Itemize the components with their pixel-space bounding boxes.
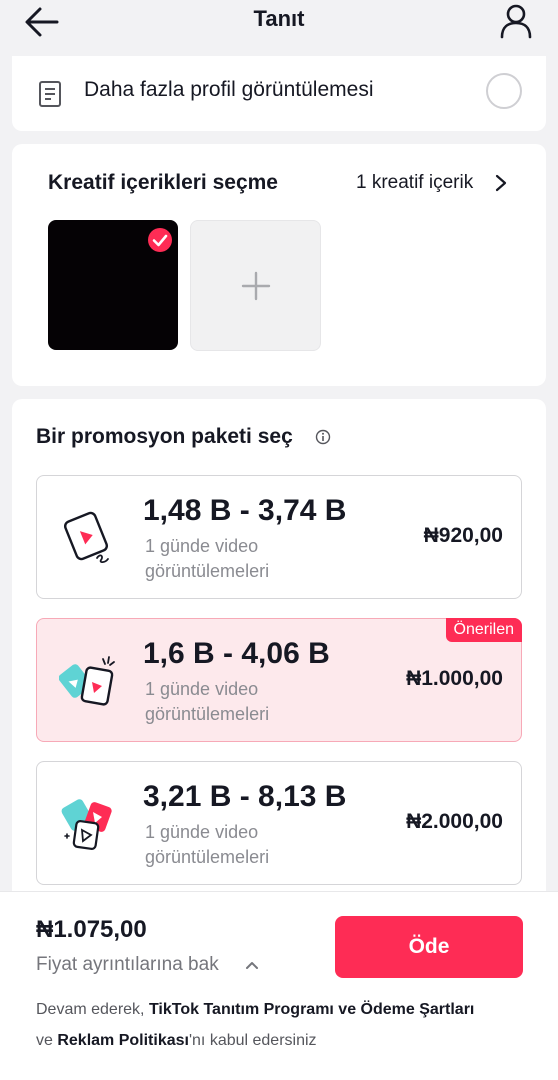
profile-icon[interactable] [498,2,534,40]
checkout-footer: ₦1.075,00 Fiyat ayrıntılarına bak Öde De… [0,891,558,1080]
terms-suffix: 'nı kabul edersiniz [188,1032,317,1049]
pay-button[interactable]: Öde [335,916,523,978]
package-range: 3,21 B - 8,13 B [143,780,347,813]
creatives-count-link[interactable]: 1 kreatif içerik [356,172,473,194]
plus-icon [241,271,271,301]
creative-thumbnail[interactable] [48,220,178,350]
terms-middle: ve [36,1032,58,1049]
goal-label: Daha fazla profil görüntülemesi [84,78,374,101]
ad-policy-link[interactable]: Reklam Politikası [57,1032,189,1049]
package-description: 1 günde video görüntülemeleri [145,536,270,581]
chevron-up-icon[interactable] [245,960,259,970]
recommended-badge: Önerilen [445,618,522,642]
packages-section: Bir promosyon paketi seç 1,48 B - 3,74 B… [12,399,546,919]
package-description: 1 günde video görüntülemeleri [145,822,270,867]
packages-title: Bir promosyon paketi seç [36,425,293,448]
terms-program-link[interactable]: TikTok Tanıtım Programı ve Ödeme Şartlar… [149,1001,474,1018]
package-option[interactable]: 1,48 B - 3,74 B 1 günde video görüntülem… [36,475,522,599]
checkmark-icon [148,228,172,252]
total-price: ₦1.075,00 [36,916,147,943]
package-description: 1 günde video görüntülemeleri [145,679,270,724]
goal-option[interactable]: Daha fazla profil görüntülemesi [12,56,546,131]
video-cards-icon [59,656,115,706]
package-option[interactable]: 3,21 B - 8,13 B 1 günde video görüntülem… [36,761,522,885]
package-range: 1,48 B - 3,74 B [143,494,347,527]
video-stack-icon [61,799,112,850]
package-option-selected[interactable]: Önerilen 1,6 B - 4,06 B 1 günde video gö… [36,618,522,742]
document-icon [39,81,61,107]
creatives-title: Kreatif içerikleri seçme [48,171,278,194]
chevron-right-icon[interactable] [494,173,508,193]
goal-radio[interactable] [486,73,522,109]
add-creative-button[interactable] [190,220,321,351]
terms-text: Devam ederek, TikTok Tanıtım Programı ve… [36,994,536,1056]
page-title: Tanıt [253,6,305,31]
package-price: ₦1.000,00 [406,667,503,690]
package-price: ₦920,00 [423,524,503,547]
video-card-icon [63,511,109,564]
package-range: 1,6 B - 4,06 B [143,637,330,670]
price-details-link[interactable]: Fiyat ayrıntılarına bak [36,954,219,976]
top-bar: Tanıt [0,0,558,46]
creatives-section: Kreatif içerikleri seçme 1 kreatif içeri… [12,144,546,386]
terms-prefix: Devam ederek, [36,1001,149,1018]
package-price: ₦2.000,00 [406,810,503,833]
info-icon[interactable] [315,429,331,445]
